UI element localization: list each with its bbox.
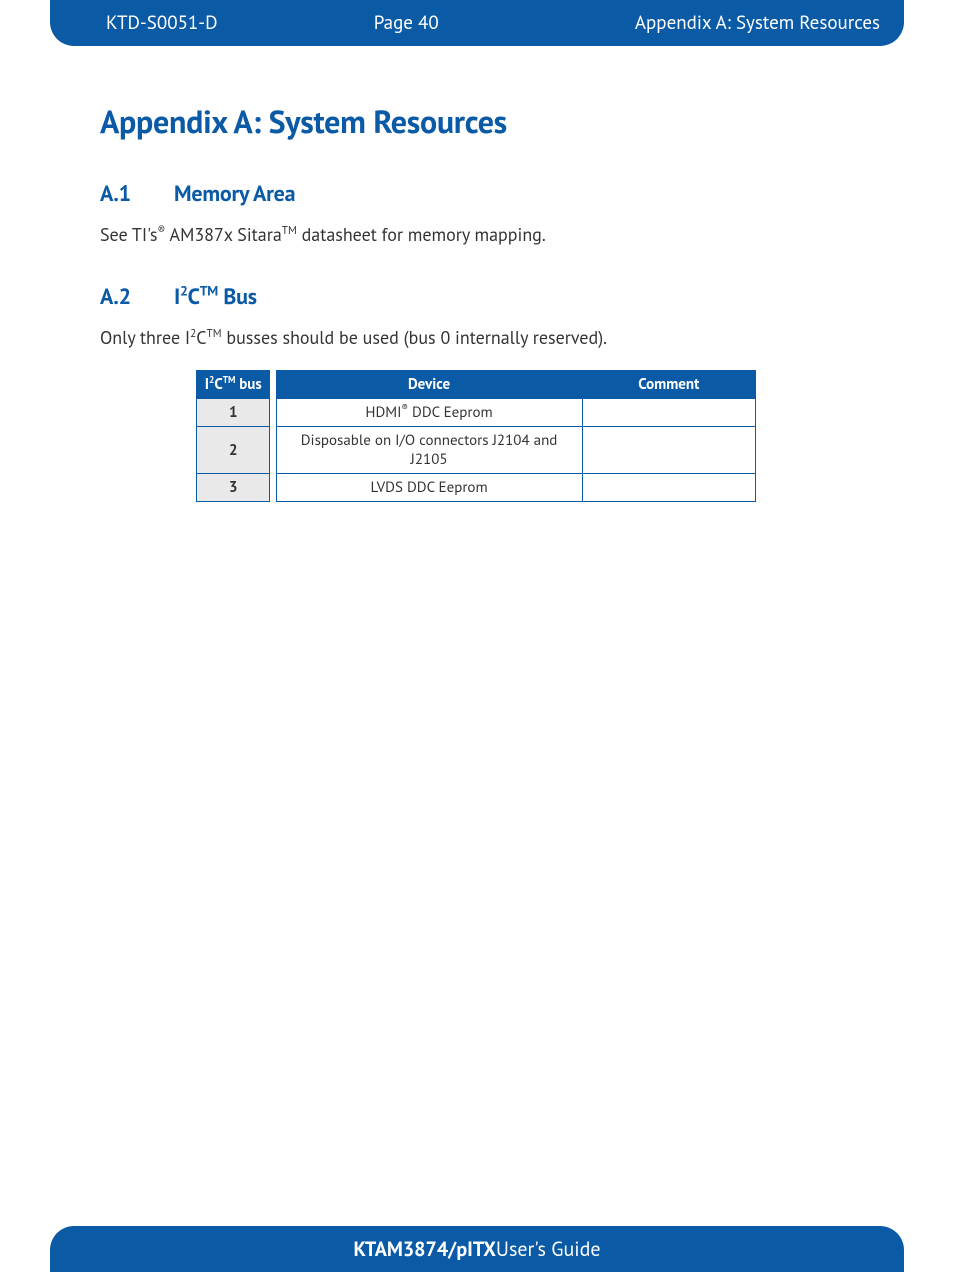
table-row: 1 HDMI® DDC Eeprom xyxy=(197,399,756,427)
comment-cell xyxy=(582,427,755,474)
page-header: KTD-S0051-D Page 40 Appendix A: System R… xyxy=(50,0,904,46)
device-cell: LVDS DDC Eeprom xyxy=(276,474,582,502)
section-a2-title: I2CTM Bus xyxy=(174,283,257,311)
section-a2-num: A.2 xyxy=(100,283,174,311)
page-footer: KTAM3874/pITX User's Guide xyxy=(50,1226,904,1272)
bus-cell: 1 xyxy=(197,399,270,427)
table-row: 2 Disposable on I/O connectors J2104 and… xyxy=(197,427,756,474)
bus-cell: 2 xyxy=(197,427,270,474)
page-number: Page 40 xyxy=(178,11,635,35)
page-content: Appendix A: System Resources A.1 Memory … xyxy=(100,100,854,502)
th-device: Device xyxy=(276,371,582,399)
section-a1-head: A.1 Memory Area xyxy=(100,180,854,208)
i2c-bus-table: I2CTM bus Device Comment 1 HDMI® DDC Eep… xyxy=(196,370,756,502)
comment-cell xyxy=(582,399,755,427)
device-cell: HDMI® DDC Eeprom xyxy=(276,399,582,427)
comment-cell xyxy=(582,474,755,502)
table-header-row: I2CTM bus Device Comment xyxy=(197,371,756,399)
section-a1-title: Memory Area xyxy=(174,180,295,208)
section-a1-num: A.1 xyxy=(100,180,174,208)
page-title: Appendix A: System Resources xyxy=(100,100,854,142)
section-name: Appendix A: System Resources xyxy=(635,11,880,35)
table-row: 3 LVDS DDC Eeprom xyxy=(197,474,756,502)
section-a1-body: See TI's® AM387x SitaraTM datasheet for … xyxy=(100,222,854,247)
section-a2-head: A.2 I2CTM Bus xyxy=(100,283,854,311)
device-cell: Disposable on I/O connectors J2104 and J… xyxy=(276,427,582,474)
footer-rest: User's Guide xyxy=(496,1236,601,1262)
th-bus: I2CTM bus xyxy=(197,371,270,399)
th-comment: Comment xyxy=(582,371,755,399)
footer-product: KTAM3874/pITX xyxy=(353,1236,495,1262)
bus-cell: 3 xyxy=(197,474,270,502)
i2c-table-wrap: I2CTM bus Device Comment 1 HDMI® DDC Eep… xyxy=(196,370,854,502)
section-a2-body: Only three I2CTM busses should be used (… xyxy=(100,325,854,350)
